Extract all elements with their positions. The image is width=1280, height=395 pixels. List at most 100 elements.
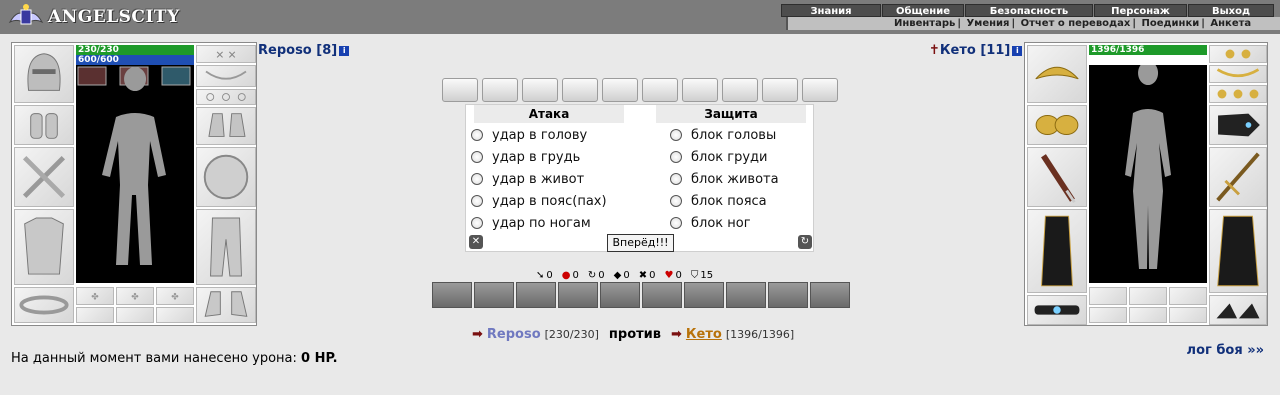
charm-slot-1[interactable] [76, 307, 114, 323]
spell-creature[interactable] [600, 282, 640, 308]
enemy-charm-slot-3[interactable] [1169, 307, 1207, 323]
radio-button[interactable] [471, 217, 483, 229]
scroll-slot-7[interactable] [682, 78, 718, 102]
spell-burst[interactable] [768, 282, 808, 308]
block-legs[interactable]: блок ног [670, 214, 751, 232]
enemy-rune-slot-2[interactable] [1129, 287, 1167, 305]
charm-slot-3[interactable] [156, 307, 194, 323]
charm-slot-2[interactable] [116, 307, 154, 323]
enemy-bracers-slot[interactable] [1027, 105, 1087, 145]
enemy-rune-slot-1[interactable] [1089, 287, 1127, 305]
scroll-slot-5[interactable] [602, 78, 638, 102]
radio-button[interactable] [670, 217, 682, 229]
amulet-slot[interactable] [196, 65, 256, 87]
radio-button[interactable] [670, 173, 682, 185]
menu-character[interactable]: Персонаж [1094, 4, 1187, 17]
rune-slot-1[interactable]: ✤ [76, 287, 114, 305]
menu-communication[interactable]: Общение [882, 4, 964, 17]
rune-slot-2[interactable]: ✤ [116, 287, 154, 305]
site-logo[interactable]: ANGELSCITY [6, 2, 180, 32]
spell-cloud[interactable] [684, 282, 724, 308]
boots-slot[interactable] [196, 287, 256, 323]
enemy-info-icon[interactable]: i [1012, 46, 1023, 56]
scroll-slot-3[interactable] [522, 78, 558, 102]
menu-exit[interactable]: Выход [1188, 4, 1274, 17]
enemy-amulet-slot[interactable] [1209, 65, 1267, 83]
attack-legs[interactable]: удар по ногам [471, 214, 591, 232]
menu-security[interactable]: Безопасность [965, 4, 1093, 17]
scroll-slot-8[interactable] [722, 78, 758, 102]
versus-enemy-name[interactable]: Кето [686, 327, 722, 342]
attack-stomach[interactable]: удар в живот [471, 170, 584, 188]
enemy-belt-slot[interactable] [1027, 295, 1087, 325]
spell-figure[interactable] [516, 282, 556, 308]
spell-beast[interactable] [726, 282, 766, 308]
enemy-leggings-slot[interactable] [1209, 209, 1267, 293]
block-chest[interactable]: блок груди [670, 148, 767, 166]
enemy-charm-slot-1[interactable] [1089, 307, 1127, 323]
scroll-slot-4[interactable] [562, 78, 598, 102]
shield-slot[interactable] [196, 147, 256, 207]
enemy-armor-slot[interactable] [1027, 209, 1087, 293]
dagger-icon [1041, 154, 1076, 203]
menu-knowledge[interactable]: Знания [781, 4, 881, 17]
enemy-weapon-slot[interactable] [1027, 147, 1087, 207]
spell-lightning[interactable] [432, 282, 472, 308]
gloves-slot[interactable] [196, 107, 256, 145]
leggings-slot[interactable] [196, 209, 256, 285]
rings-slot[interactable] [196, 89, 256, 105]
enemy-name[interactable]: ✝Кето [11] i [929, 43, 1023, 58]
weapon-slot[interactable] [14, 147, 74, 207]
versus-player-name[interactable]: Reposo [487, 327, 541, 342]
submenu-skills[interactable]: Умения [966, 18, 1009, 29]
stat-hit: ➘ 0 [536, 270, 553, 281]
block-stomach[interactable]: блок живота [670, 170, 779, 188]
scroll-slot-6[interactable] [642, 78, 678, 102]
spell-stars[interactable] [474, 282, 514, 308]
enemy-rune-slot-3[interactable] [1169, 287, 1207, 305]
spell-claw[interactable] [642, 282, 682, 308]
submenu-transfers[interactable]: Отчет о переводах [1021, 18, 1131, 29]
enemy-earrings-slot[interactable] [1209, 45, 1267, 63]
submenu-profile[interactable]: Анкета [1210, 18, 1251, 29]
scroll-slot-1[interactable] [442, 78, 478, 102]
radio-button[interactable] [471, 173, 483, 185]
spell-eye[interactable] [558, 282, 598, 308]
enemy-offhand-slot[interactable] [1209, 147, 1267, 207]
ring-slot-top[interactable]: ✕ ✕ [196, 45, 256, 63]
radio-button[interactable] [471, 151, 483, 163]
attack-chest[interactable]: удар в грудь [471, 148, 580, 166]
bracers-slot[interactable] [14, 105, 74, 145]
block-belt[interactable]: блок пояса [670, 192, 767, 210]
scroll-slot-9[interactable] [762, 78, 798, 102]
spell-blank[interactable] [810, 282, 850, 308]
player-name[interactable]: Reposo [8] i [258, 43, 350, 58]
attack-submit-button[interactable]: Вперёд!!! [607, 234, 674, 252]
enemy-gloves-slot[interactable] [1209, 105, 1267, 145]
attack-head[interactable]: удар в голову [471, 126, 587, 144]
submenu-fights[interactable]: Поединки [1141, 18, 1199, 29]
helmet-slot[interactable] [14, 45, 74, 103]
block-head[interactable]: блок головы [670, 126, 776, 144]
enemy-rings-slot[interactable] [1209, 85, 1267, 103]
fight-log-link[interactable]: лог боя »» [1187, 343, 1264, 358]
player-info-icon[interactable]: i [339, 46, 350, 56]
radio-button[interactable] [670, 129, 682, 141]
radio-button[interactable] [670, 151, 682, 163]
submenu-inventory[interactable]: Инвентарь [894, 18, 955, 29]
enemy-charm-slot-2[interactable] [1129, 307, 1167, 323]
radio-button[interactable] [471, 129, 483, 141]
attack-belt[interactable]: удар в пояс(пах) [471, 192, 607, 210]
enemy-boots-slot[interactable] [1209, 295, 1267, 325]
refresh-icon[interactable]: ↻ [798, 235, 812, 249]
radio-button[interactable] [670, 195, 682, 207]
crossed-swords-small-icon[interactable]: ✕ [469, 235, 483, 249]
scroll-slot-10[interactable] [802, 78, 838, 102]
armor-slot[interactable] [14, 209, 74, 285]
enemy-helmet-slot[interactable] [1027, 45, 1087, 103]
belt-slot[interactable] [14, 287, 74, 323]
logo-text: ANGELSCITY [48, 7, 180, 27]
rune-slot-3[interactable]: ✤ [156, 287, 194, 305]
radio-button[interactable] [471, 195, 483, 207]
scroll-slot-2[interactable] [482, 78, 518, 102]
